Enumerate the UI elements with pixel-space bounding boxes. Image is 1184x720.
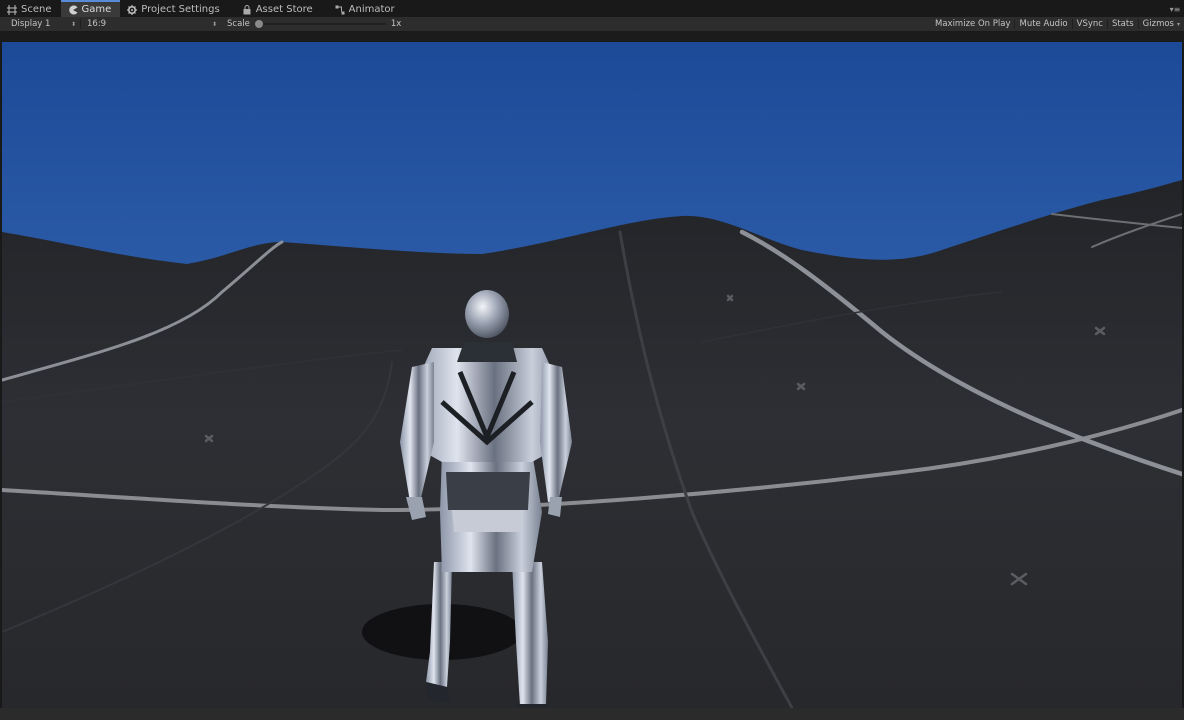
game-viewport[interactable] xyxy=(2,42,1182,708)
slider-thumb[interactable] xyxy=(254,20,263,28)
updown-arrow-icon: ⬍ xyxy=(70,20,76,28)
aspect-value: 16:9 xyxy=(87,19,107,29)
aspect-dropdown[interactable]: 16:9 ⬍ xyxy=(81,17,221,31)
tab-menu-icon[interactable]: ▾≡ xyxy=(1166,2,1184,17)
gizmos-dropdown[interactable]: Gizmos ▾ xyxy=(1139,17,1184,31)
grid-icon xyxy=(7,4,17,15)
bottom-bar xyxy=(0,708,1184,720)
tab-game[interactable]: Game xyxy=(60,0,121,17)
game-render xyxy=(2,42,1182,708)
scale-value: 1x xyxy=(390,19,402,29)
game-view-toolbar: Display 1 ⬍ 16:9 ⬍ Scale 1x Maximize On … xyxy=(0,17,1184,32)
tab-label: Asset Store xyxy=(255,4,313,15)
tab-label: Scene xyxy=(21,4,52,15)
tab-animator[interactable]: Animator xyxy=(328,2,404,17)
maximize-on-play-toggle[interactable]: Maximize On Play xyxy=(931,17,1014,31)
game-view-letterbox xyxy=(0,32,1184,42)
stats-toggle[interactable]: Stats xyxy=(1108,17,1138,31)
tab-scene[interactable]: Scene xyxy=(0,2,61,17)
mute-audio-toggle[interactable]: Mute Audio xyxy=(1015,17,1071,31)
bag-icon xyxy=(243,4,251,14)
gear-icon xyxy=(127,4,138,15)
animator-icon xyxy=(335,5,345,14)
pacman-icon xyxy=(68,5,77,14)
tab-project-settings[interactable]: Project Settings xyxy=(120,2,228,17)
scale-label: Scale xyxy=(227,19,250,29)
vsync-toggle[interactable]: VSync xyxy=(1073,17,1107,31)
editor-tab-bar: Scene Game Project Settings Asset Store … xyxy=(0,0,1184,17)
display-value: Display 1 xyxy=(11,19,51,29)
display-dropdown[interactable]: Display 1 ⬍ xyxy=(0,17,80,31)
slider-track xyxy=(255,23,386,25)
tab-label: Animator xyxy=(348,4,395,15)
tab-label: Project Settings xyxy=(141,4,220,15)
scale-slider[interactable] xyxy=(254,17,386,31)
tab-label: Game xyxy=(81,4,112,15)
chevron-down-icon: ▾ xyxy=(1176,20,1180,28)
tab-asset-store[interactable]: Asset Store xyxy=(235,2,322,17)
gizmos-label: Gizmos xyxy=(1142,19,1174,29)
scale-control: Scale 1x xyxy=(221,17,401,31)
updown-arrow-icon: ⬍ xyxy=(211,20,217,28)
right-toolbar: Maximize On Play Mute Audio VSync Stats … xyxy=(931,17,1184,31)
